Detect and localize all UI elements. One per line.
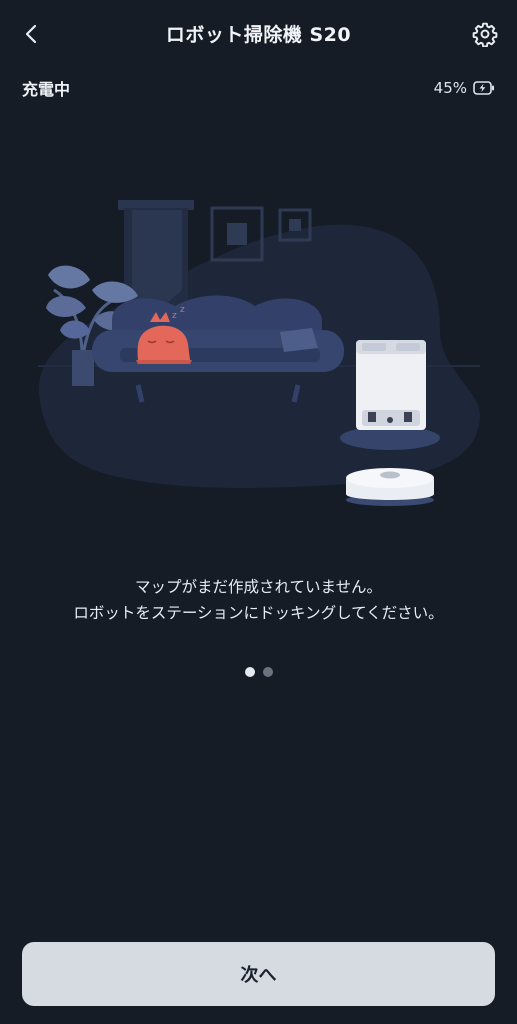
charging-status: 充電中 — [22, 80, 71, 99]
instruction-message: マップがまだ作成されていません。 ロボットをステーションにドッキングしてください… — [20, 574, 497, 626]
docking-illustration: z z — [0, 180, 517, 520]
battery-charging-icon — [473, 81, 494, 95]
next-button[interactable]: 次へ — [22, 942, 495, 1006]
battery-percent: 45% — [433, 79, 467, 97]
settings-button[interactable] — [467, 16, 503, 52]
robot-vacuum-icon — [346, 468, 434, 506]
battery-indicator: 45% — [434, 79, 495, 97]
chevron-left-icon — [25, 24, 37, 44]
message-line-2: ロボットをステーションにドッキングしてください。 — [73, 604, 444, 622]
header: ロボット掃除機 S20 — [0, 0, 517, 68]
page-dot-2 — [262, 667, 273, 677]
screen: ロボット掃除機 S20 充電中 45% z z マップがまだ作成されていません。… — [0, 0, 517, 1024]
page-title: ロボット掃除機 S20 — [165, 24, 352, 46]
message-line-1: マップがまだ作成されていません。 — [134, 578, 383, 596]
page-indicator — [0, 667, 517, 677]
back-button[interactable] — [14, 16, 50, 52]
page-dot-1 — [244, 667, 255, 677]
svg-text:z: z — [180, 305, 185, 315]
svg-text:z: z — [172, 311, 177, 321]
gear-icon — [472, 22, 498, 47]
status-row: 充電中 45% — [22, 76, 495, 100]
